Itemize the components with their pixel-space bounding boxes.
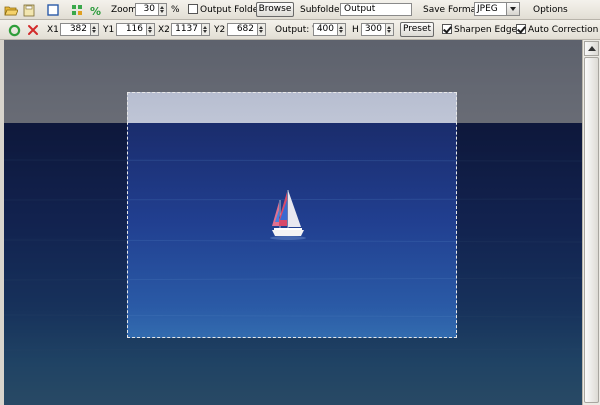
crop-toolbar: X1 382 Y1 116 X2 1137 Y2 682 Output: W 4… (0, 20, 600, 40)
grid-icon[interactable] (70, 3, 84, 17)
svg-text:%: % (90, 5, 101, 17)
apply-icon[interactable] (7, 23, 21, 37)
x2-label: X2 (158, 25, 170, 35)
options-menu[interactable]: Options (533, 5, 568, 15)
x2-input[interactable]: 1137 (171, 23, 202, 36)
vertical-scrollbar[interactable] (582, 40, 600, 405)
zoom-input[interactable]: 30 (135, 3, 159, 16)
browse-button[interactable]: Browse (256, 2, 294, 17)
save-icon[interactable] (22, 3, 36, 17)
x1-spinner[interactable] (91, 23, 99, 36)
auto-correction-label: Auto Correction (528, 25, 599, 35)
output-height-label: H (352, 25, 359, 35)
open-folder-icon[interactable] (4, 3, 18, 17)
output-height-spinner[interactable] (386, 23, 394, 36)
output-width-input[interactable]: 400 (313, 23, 338, 36)
output-height-input[interactable]: 300 (361, 23, 386, 36)
save-format-label: Save Format (423, 5, 480, 15)
chevron-down-icon[interactable] (506, 3, 519, 15)
save-format-value: JPEG (477, 4, 498, 14)
subfolder-label: Subfolder (300, 5, 344, 15)
preset-button[interactable]: Preset (400, 22, 434, 37)
output-folder-label: Output Folder (200, 5, 262, 15)
y1-input[interactable]: 116 (116, 23, 147, 36)
y1-spinner[interactable] (147, 23, 155, 36)
percent-icon[interactable]: % (88, 3, 102, 17)
subfolder-input[interactable]: Output (340, 3, 412, 16)
scroll-thumb[interactable] (584, 57, 599, 403)
image-canvas[interactable] (4, 40, 582, 405)
x1-input[interactable]: 382 (60, 23, 91, 36)
output-width-spinner[interactable] (338, 23, 346, 36)
main-toolbar: % Zoom 30 % Output Folder Browse Subfold… (0, 0, 600, 20)
sharpen-edge-label: Sharpen Edge (454, 25, 518, 35)
save-format-select[interactable]: JPEG (474, 2, 520, 16)
output-folder-checkbox[interactable] (188, 4, 198, 14)
y1-label: Y1 (103, 25, 115, 35)
zoom-unit: % (171, 5, 180, 15)
y2-label: Y2 (214, 25, 226, 35)
scroll-up-icon[interactable] (584, 41, 599, 56)
y2-input[interactable]: 682 (227, 23, 258, 36)
close-icon[interactable] (26, 23, 40, 37)
x2-spinner[interactable] (202, 23, 210, 36)
zoom-spinner[interactable] (159, 3, 167, 16)
y2-spinner[interactable] (258, 23, 266, 36)
x1-label: X1 (47, 25, 59, 35)
window-icon[interactable] (46, 3, 60, 17)
crop-selection[interactable] (127, 92, 457, 338)
auto-correction-checkbox[interactable] (516, 24, 526, 34)
zoom-label: Zoom (111, 5, 137, 15)
sharpen-edge-checkbox[interactable] (442, 24, 452, 34)
